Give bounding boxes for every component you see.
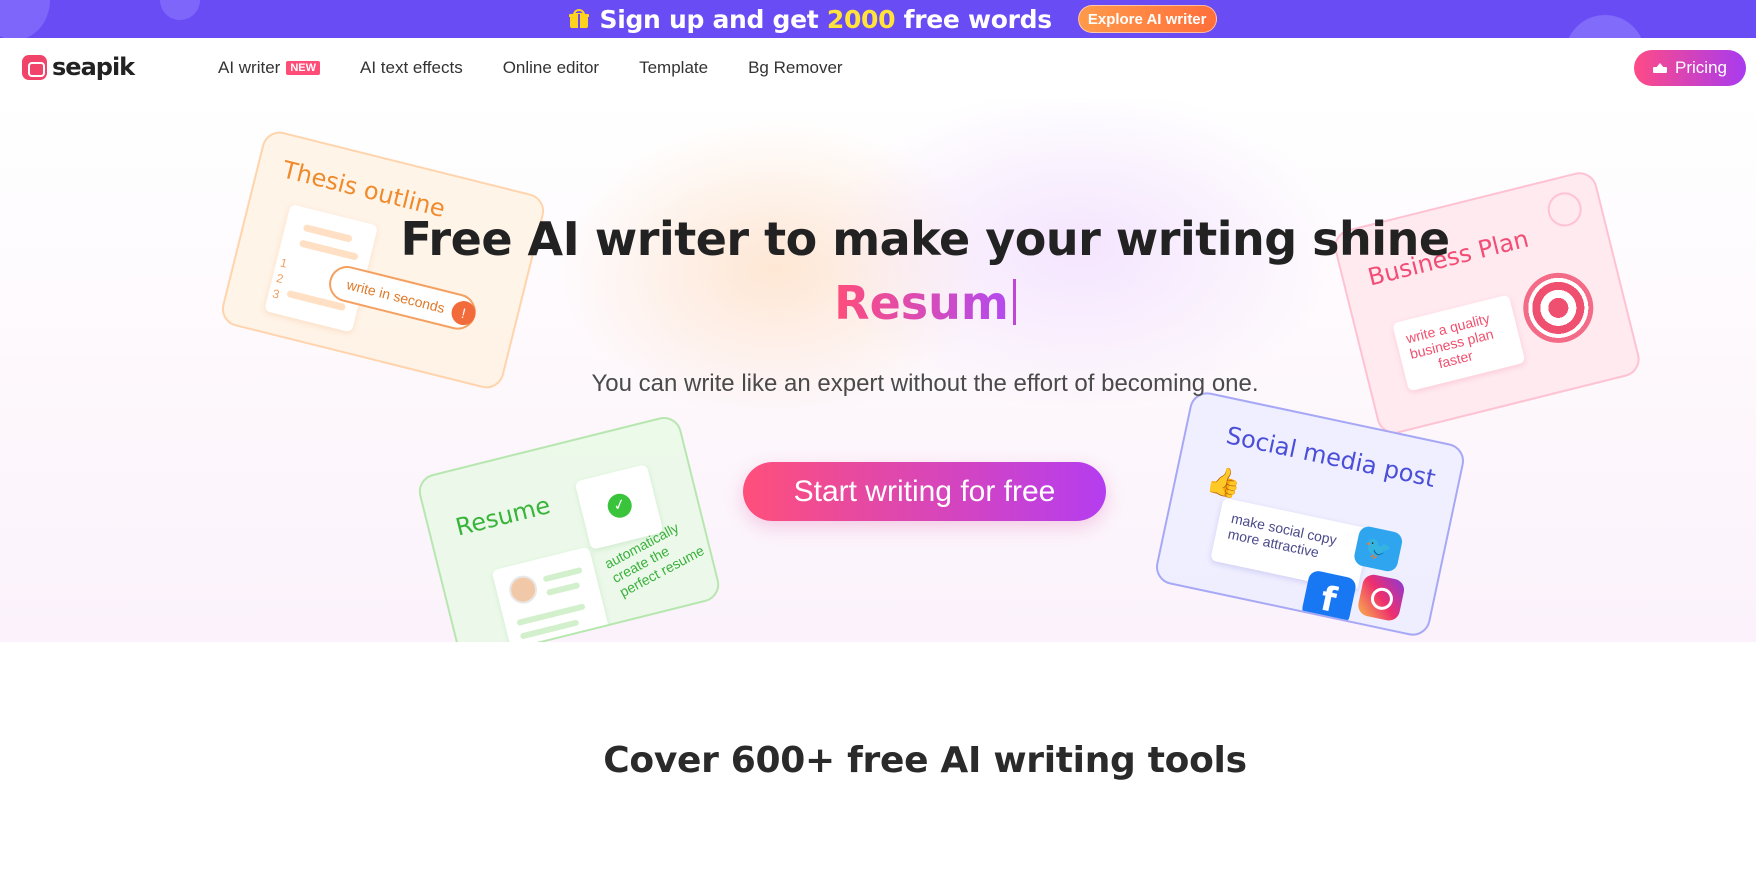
decorative-blob bbox=[1565, 15, 1645, 38]
logo-text: seapik bbox=[52, 53, 135, 81]
promo-banner: Sign up and get 2000 free words Explore … bbox=[0, 0, 1756, 38]
pricing-label: Pricing bbox=[1675, 58, 1727, 77]
hero-headline: Free AI writer to make your writing shin… bbox=[400, 212, 1450, 266]
nav-item-label: Online editor bbox=[502, 58, 600, 77]
logo[interactable]: seapik bbox=[22, 53, 135, 81]
decorative-blob bbox=[151, 0, 209, 29]
promo-highlight-number: 2000 bbox=[826, 4, 896, 34]
thumbs-up-icon: 👍 bbox=[1203, 463, 1245, 501]
promo-text-suffix: free words bbox=[903, 4, 1053, 34]
promo-text-prefix: Sign up and get bbox=[599, 4, 819, 34]
decorative-blob bbox=[0, 0, 50, 38]
typed-word: Resum bbox=[834, 276, 1009, 330]
text-caret bbox=[1012, 279, 1016, 325]
seapik-logo-icon bbox=[22, 54, 47, 80]
main-menu: AI writer NEW AI text effects Online edi… bbox=[218, 38, 843, 98]
promo-text: Sign up and get 2000 free words bbox=[599, 4, 1053, 34]
new-badge: NEW bbox=[286, 61, 321, 75]
explore-ai-writer-button[interactable]: Explore AI writer bbox=[1077, 5, 1217, 33]
start-writing-button[interactable]: Start writing for free bbox=[743, 462, 1106, 521]
nav-item-online-editor[interactable]: Online editor bbox=[503, 58, 599, 78]
nav-item-label: AI writer bbox=[218, 58, 281, 77]
instagram-icon bbox=[1356, 572, 1407, 623]
nav-item-label: Bg Remover bbox=[748, 58, 843, 77]
gift-icon bbox=[569, 9, 590, 28]
nav-item-label: AI text effects bbox=[360, 58, 463, 77]
nav-item-ai-text-effects[interactable]: AI text effects bbox=[360, 58, 463, 78]
promo-content: Sign up and get 2000 free words Explore … bbox=[569, 4, 1217, 34]
nav-item-ai-writer[interactable]: AI writer NEW bbox=[218, 58, 321, 78]
resume-card: Resume ✓ automatically create the perfect … bbox=[415, 413, 723, 642]
typed-text: Resum bbox=[0, 276, 1756, 330]
facebook-icon: f bbox=[1300, 569, 1358, 627]
nav-item-bg-remover[interactable]: Bg Remover bbox=[748, 58, 842, 78]
section-title: Cover 600+ free AI writing tools bbox=[603, 740, 1247, 781]
nav-item-template[interactable]: Template bbox=[639, 58, 708, 78]
card-title: Resume bbox=[452, 491, 553, 542]
top-navigation: seapik AI writer NEW AI text effects Onl… bbox=[0, 38, 1756, 98]
hero-section: Thesis outline write in seconds ! 123 Re… bbox=[0, 98, 1756, 642]
pricing-button[interactable]: Pricing bbox=[1634, 50, 1746, 86]
crown-icon bbox=[1653, 63, 1668, 73]
nav-item-label: Template bbox=[639, 58, 709, 77]
card-title: Social media post bbox=[1223, 421, 1438, 493]
hero-subheadline: You can write like an expert without the… bbox=[591, 370, 1259, 397]
